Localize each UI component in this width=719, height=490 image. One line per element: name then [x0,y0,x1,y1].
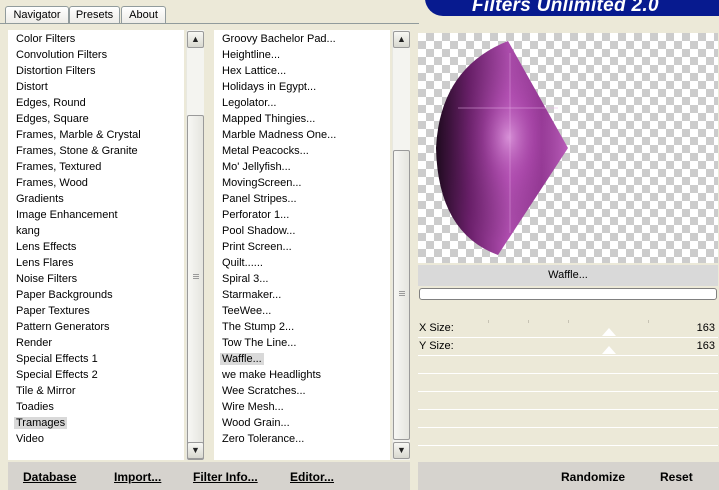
category-item[interactable]: Edges, Square [8,111,184,127]
filter-item[interactable]: Wee Scratches... [214,383,390,399]
tab-about[interactable]: About [121,6,166,24]
category-item[interactable]: Gradients [8,191,184,207]
parameter-panel: X Size: 163 Y Size: 163 [418,303,718,460]
category-item[interactable]: Lens Flares [8,255,184,271]
category-item[interactable]: Pattern Generators [8,319,184,335]
category-item[interactable]: Color Filters [8,31,184,47]
filter-item[interactable]: Zero Tolerance... [214,431,390,447]
filter-item[interactable]: TeeWee... [214,303,390,319]
category-item[interactable]: Image Enhancement [8,207,184,223]
filter-item[interactable]: Heightline... [214,47,390,63]
filter-item[interactable]: MovingScreen... [214,175,390,191]
category-item[interactable]: Video [8,431,184,447]
filter-scroll-up-button[interactable]: ▲ [393,31,410,48]
category-scrollbar[interactable]: ▲ ▼ [186,30,204,460]
category-item[interactable]: Paper Backgrounds [8,287,184,303]
y-size-thumb[interactable] [602,346,616,354]
filter-item-label: Waffle... [220,353,264,365]
filter-info-button[interactable]: Filter Info... [193,470,258,484]
preview-area [418,33,718,263]
filter-item[interactable]: Spiral 3... [214,271,390,287]
app-banner: Filters Unlimited 2.0 [420,0,719,17]
database-button[interactable]: Database [23,470,76,484]
category-item[interactable]: Noise Filters [8,271,184,287]
progress-bar [419,288,717,300]
category-item[interactable]: Render [8,335,184,351]
reset-button[interactable]: Reset [660,470,693,484]
category-item[interactable]: Frames, Stone & Granite [8,143,184,159]
filter-item[interactable]: The Stump 2... [214,319,390,335]
category-item[interactable]: Convolution Filters [8,47,184,63]
category-scroll-thumb[interactable] [187,115,204,460]
category-item[interactable]: Frames, Marble & Crystal [8,127,184,143]
category-item[interactable]: kang [8,223,184,239]
filter-item[interactable]: Marble Madness One... [214,127,390,143]
y-size-label: Y Size: [419,340,454,352]
y-size-value: 163 [696,340,715,352]
filter-item[interactable]: Perforator 1... [214,207,390,223]
category-item[interactable]: Distort [8,79,184,95]
category-item[interactable]: Special Effects 2 [8,367,184,383]
filter-item[interactable]: Tow The Line... [214,335,390,351]
filter-item[interactable]: Holidays in Egypt... [214,79,390,95]
category-item-label: Tramages [14,417,68,429]
filter-item[interactable]: Metal Peacocks... [214,143,390,159]
randomize-button[interactable]: Randomize [561,470,625,484]
category-scroll-down-button[interactable]: ▼ [187,442,204,459]
category-item-selected[interactable]: Tramages [8,415,184,431]
filter-scrollbar[interactable]: ▲ ▼ [392,30,410,460]
category-item[interactable]: Frames, Wood [8,175,184,191]
filter-item[interactable]: Starmaker... [214,287,390,303]
filter-item[interactable]: we make Headlights [214,367,390,383]
category-item[interactable]: Frames, Textured [8,159,184,175]
x-size-value: 163 [696,322,715,334]
filter-item[interactable]: Print Screen... [214,239,390,255]
x-size-slider[interactable]: X Size: 163 [418,320,718,336]
category-item[interactable]: Lens Effects [8,239,184,255]
preview-image [436,41,568,255]
x-size-label: X Size: [419,322,454,334]
category-item[interactable]: Distortion Filters [8,63,184,79]
filter-list[interactable]: Groovy Bachelor Pad... Heightline... Hex L… [214,30,390,460]
y-size-slider[interactable]: Y Size: 163 [418,338,718,354]
filter-item[interactable]: Quilt...... [214,255,390,271]
filter-item[interactable]: Mo' Jellyfish... [214,159,390,175]
category-list[interactable]: Color Filters Convolution Filters Distorti… [8,30,184,460]
filter-scroll-down-button[interactable]: ▼ [393,442,410,459]
filter-item[interactable]: Hex Lattice... [214,63,390,79]
tab-strip-line [0,23,419,24]
filter-item-selected[interactable]: Waffle... [214,351,390,367]
tab-navigator[interactable]: Navigator [5,6,69,24]
filter-item[interactable]: Mapped Thingies... [214,111,390,127]
import-button[interactable]: Import... [114,470,161,484]
selected-filter-name: Waffle... [418,265,718,286]
filter-item[interactable]: Panel Stripes... [214,191,390,207]
filter-item[interactable]: Wood Grain... [214,415,390,431]
filter-item[interactable]: Wire Mesh... [214,399,390,415]
filter-scroll-thumb[interactable] [393,150,410,440]
filter-item[interactable]: Groovy Bachelor Pad... [214,31,390,47]
editor-button[interactable]: Editor... [290,470,334,484]
app-title: Filters Unlimited 2.0 [472,0,659,16]
filter-item[interactable]: Pool Shadow... [214,223,390,239]
x-size-thumb[interactable] [602,328,616,336]
category-item[interactable]: Toadies [8,399,184,415]
filter-item[interactable]: Legolator... [214,95,390,111]
category-item[interactable]: Paper Textures [8,303,184,319]
category-item[interactable]: Tile & Mirror [8,383,184,399]
tab-presets[interactable]: Presets [69,6,120,24]
category-scroll-up-button[interactable]: ▲ [187,31,204,48]
category-item[interactable]: Special Effects 1 [8,351,184,367]
category-item[interactable]: Edges, Round [8,95,184,111]
